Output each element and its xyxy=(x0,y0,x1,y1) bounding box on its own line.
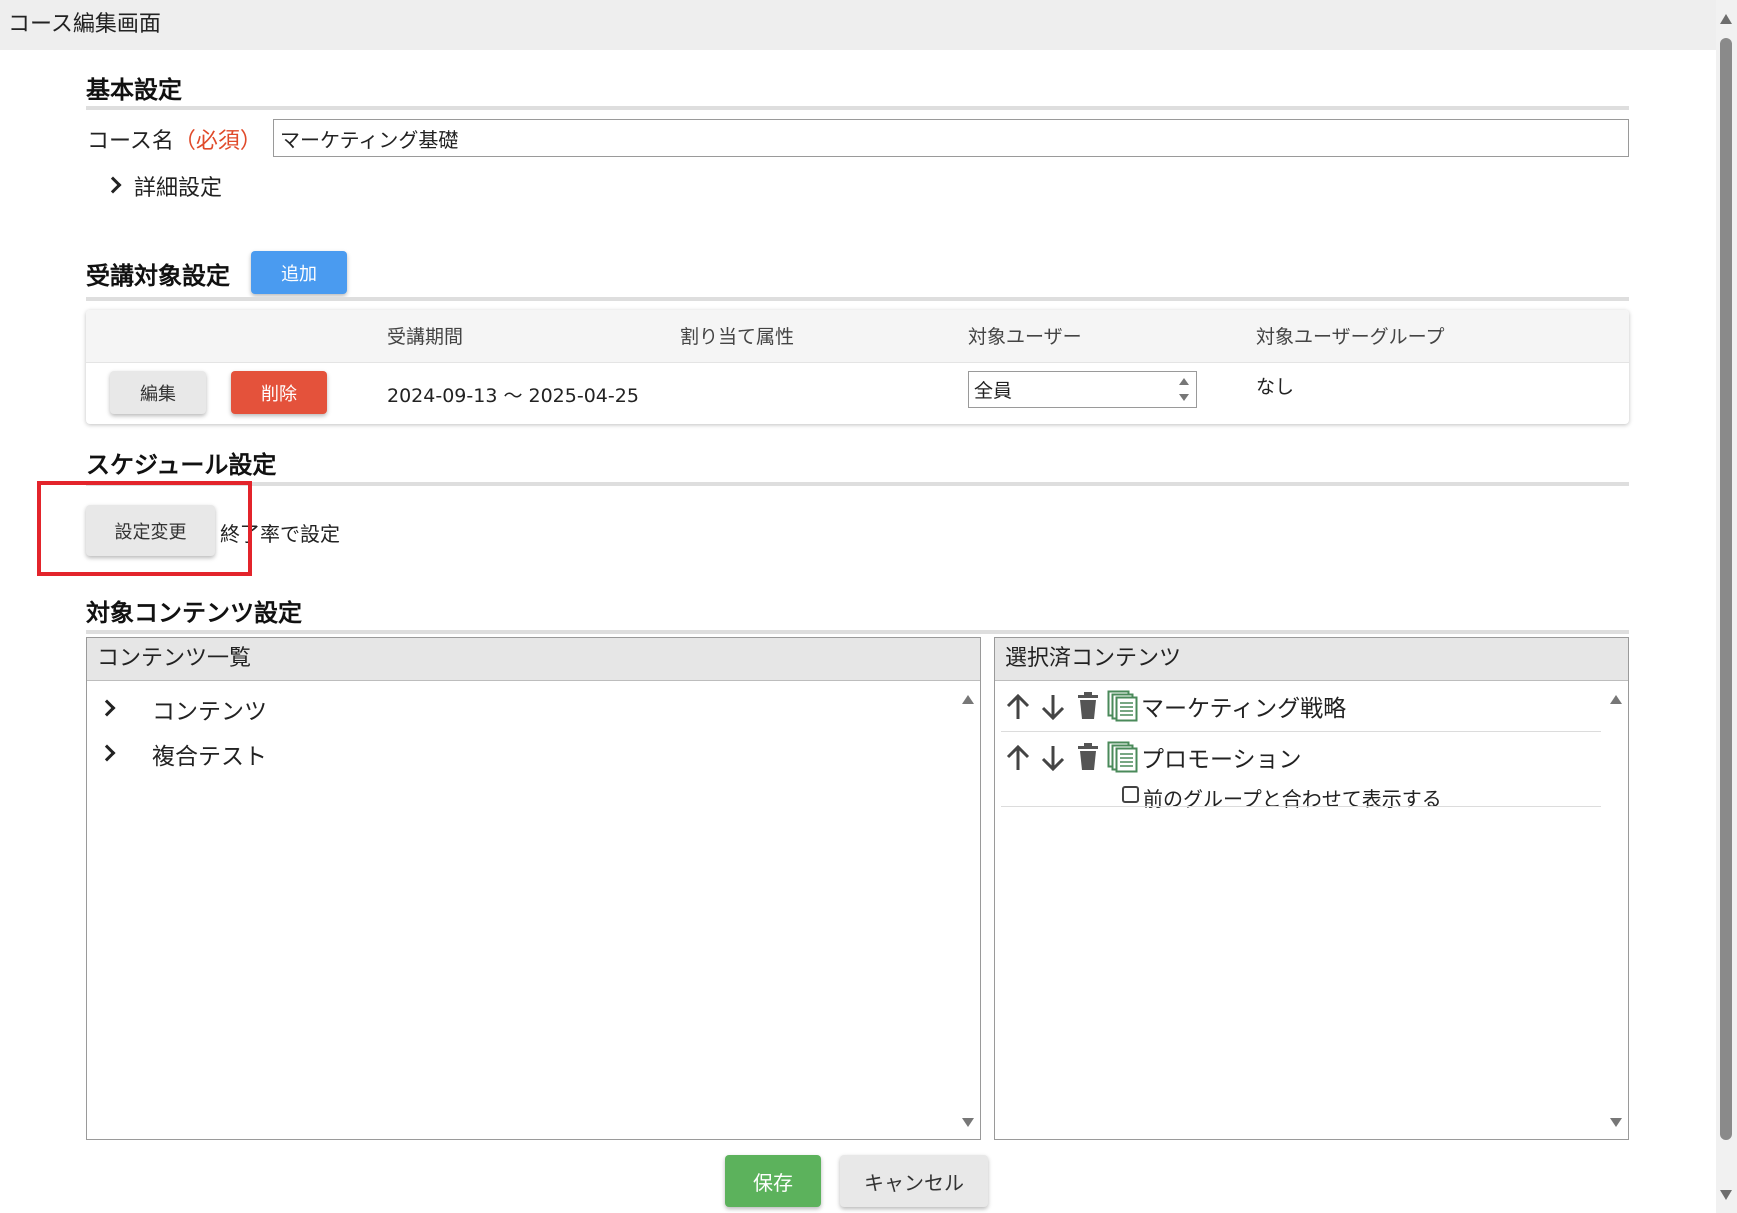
course-name-label-text: コース名 xyxy=(87,129,174,154)
scroll-up-icon[interactable] xyxy=(962,695,974,704)
page-scrollbar[interactable] xyxy=(1716,0,1737,1213)
course-name-label: コース名（必須） xyxy=(87,123,262,155)
selected-item-title: マーケティング戦略 xyxy=(1141,696,1347,722)
user-groups-value: なし xyxy=(1256,376,1295,398)
chevron-right-icon xyxy=(98,699,116,717)
cancel-button[interactable]: キャンセル xyxy=(840,1155,988,1207)
target-settings-title: 受講対象設定 xyxy=(86,262,230,290)
edit-button[interactable]: 編集 xyxy=(110,371,206,414)
arrow-down-icon[interactable] xyxy=(1040,693,1066,721)
list-item: マーケティング戦略 xyxy=(995,681,1605,731)
merge-group-label: 前のグループと合わせて表示する xyxy=(1143,787,1442,811)
trash-icon[interactable] xyxy=(1077,692,1099,720)
arrow-down-icon[interactable] xyxy=(1040,744,1066,772)
list-item: プロモーション 前のグループと合わせて表示する xyxy=(995,732,1605,812)
list-item[interactable]: 複合テスト xyxy=(97,733,897,771)
documents-icon xyxy=(1107,741,1138,773)
content-list-header: コンテンツ一覧 xyxy=(87,638,980,681)
arrow-up-icon[interactable] xyxy=(1005,693,1031,721)
list-item-label: コンテンツ xyxy=(152,699,267,725)
stepper-up-icon[interactable] xyxy=(1179,378,1189,385)
details-toggle[interactable]: 詳細設定 xyxy=(104,168,304,201)
target-table: 受講期間 割り当て属性 対象ユーザー 対象ユーザーグループ 編集 削除 2024… xyxy=(86,310,1629,424)
arrow-up-icon[interactable] xyxy=(1005,744,1031,772)
scroll-thumb[interactable] xyxy=(1720,38,1732,1140)
details-label: 詳細設定 xyxy=(134,176,223,201)
content-settings-title: 対象コンテンツ設定 xyxy=(86,599,302,627)
list-item-label: 複合テスト xyxy=(152,744,267,770)
content-list-panel: コンテンツ一覧 コンテンツ 複合テスト xyxy=(86,637,981,1140)
column-user-groups: 対象ユーザーグループ xyxy=(1256,326,1445,348)
basic-settings-title: 基本設定 xyxy=(86,76,182,104)
trash-icon[interactable] xyxy=(1077,743,1099,771)
users-select[interactable]: 全員 xyxy=(968,371,1197,408)
column-attribute: 割り当て属性 xyxy=(680,326,795,348)
scroll-up-icon[interactable] xyxy=(1610,695,1622,704)
course-name-input[interactable] xyxy=(273,119,1629,157)
basic-settings-divider xyxy=(86,106,1629,110)
column-users: 対象ユーザー xyxy=(968,326,1082,348)
scroll-down-icon[interactable] xyxy=(1610,1118,1622,1127)
scroll-down-icon[interactable] xyxy=(962,1118,974,1127)
list-item[interactable]: コンテンツ xyxy=(97,688,897,726)
column-period: 受講期間 xyxy=(387,326,464,348)
chevron-right-icon xyxy=(104,176,122,194)
schedule-settings-title: スケジュール設定 xyxy=(86,451,277,479)
period-value: 2024-09-13 ～ 2025-04-25 xyxy=(387,385,639,407)
required-label: （必須） xyxy=(173,129,262,154)
scroll-up-icon[interactable] xyxy=(1720,14,1732,24)
users-value: 全員 xyxy=(974,380,1013,402)
documents-icon xyxy=(1107,690,1138,722)
row-divider xyxy=(1001,806,1601,807)
selected-item-title: プロモーション xyxy=(1141,747,1302,773)
window-title: コース編集画面 xyxy=(0,0,1716,50)
merge-group-checkbox[interactable] xyxy=(1122,786,1139,803)
selected-content-header: 選択済コンテンツ xyxy=(995,638,1628,681)
save-button[interactable]: 保存 xyxy=(725,1155,821,1207)
stepper-down-icon[interactable] xyxy=(1179,394,1189,401)
schedule-settings-divider xyxy=(86,482,1629,486)
target-settings-divider xyxy=(86,297,1629,301)
highlight-box xyxy=(37,481,252,576)
content-settings-divider xyxy=(86,630,1629,634)
selected-content-panel: 選択済コンテンツ マーケティング戦略 プロモーション 前のグループと合わせて表示… xyxy=(994,637,1629,1140)
scroll-down-icon[interactable] xyxy=(1720,1190,1732,1200)
add-target-button[interactable]: 追加 xyxy=(251,251,347,294)
delete-button[interactable]: 削除 xyxy=(231,371,327,414)
chevron-right-icon xyxy=(98,744,116,762)
